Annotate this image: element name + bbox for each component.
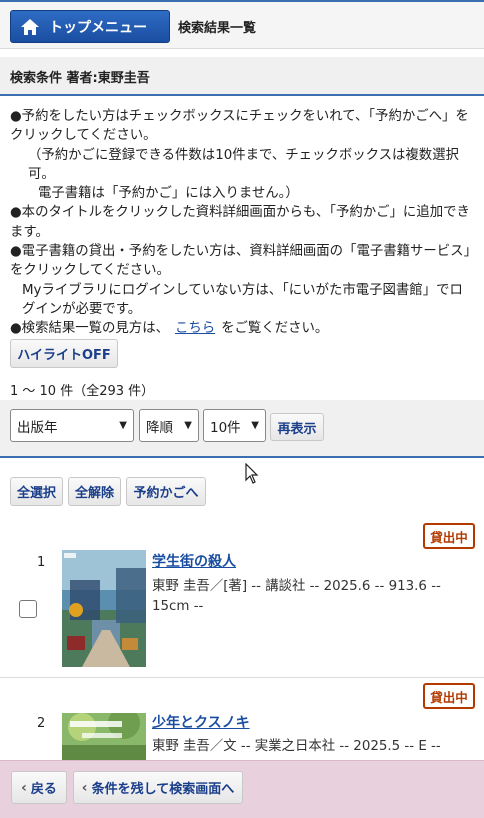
chevron-down-icon: ▼ — [251, 420, 259, 431]
result-number: 2 — [37, 716, 46, 731]
result-count: 1 ～ 10 件（全293 件） — [10, 384, 155, 399]
reserve-basket-button[interactable]: 予約かごへ — [126, 477, 206, 506]
top-menu-label: トップメニュー — [49, 19, 147, 36]
note-text: をご覧ください。 — [221, 321, 329, 337]
sort-field-select[interactable]: 出版年 ▼ — [10, 409, 134, 442]
note-line: ●検索結果一覧の見方は、 こちら をご覧ください。 — [10, 319, 476, 338]
mouse-cursor-icon — [245, 462, 259, 485]
keep-conditions-search-button[interactable]: ‹ 条件を残して検索画面へ — [73, 771, 243, 804]
chevron-left-icon: ‹ — [21, 779, 27, 796]
note-line: Myライブラリにログインしていない方は、「にいがた市電子図書館」でログインが必要… — [22, 282, 463, 317]
note-line: ●予約をしたい方はチェックボックスにチェックをいれて、「予約かごへ」をクリックし… — [10, 109, 469, 144]
chevron-left-icon: ‹ — [81, 779, 88, 796]
search-conditions-text: 検索条件 著者:東野圭吾 — [10, 71, 150, 86]
top-bar: トップメニュー 検索結果一覧 — [0, 0, 484, 49]
search-conditions-bar: 検索条件 著者:東野圭吾 — [0, 57, 484, 96]
status-badge: 貸出中 — [423, 523, 475, 549]
note-line: ●電子書籍の貸出・予約をしたい方は、資料詳細画面の「電子書籍サービス」をクリック… — [10, 244, 471, 279]
sort-bar: 出版年 ▼ 降順 ▼ 10件 ▼ 再表示 — [0, 400, 484, 458]
book-cover-image[interactable] — [62, 550, 146, 667]
note-text: ●検索結果一覧の見方は、 — [10, 321, 169, 337]
keep-conditions-label: 条件を残して検索画面へ — [91, 782, 235, 797]
chevron-down-icon: ▼ — [184, 420, 192, 431]
back-button[interactable]: ‹ 戻る — [11, 771, 67, 804]
book-cover-image[interactable] — [62, 713, 146, 760]
footer-bar: ‹ 戻る ‹ 条件を残して検索画面へ — [0, 760, 484, 818]
result-biblio: 東野 圭吾／[著] -- 講談社 -- 2025.6 -- 913.6 -- 1… — [152, 579, 441, 614]
result-title-link[interactable]: 少年とクスノキ — [152, 712, 250, 732]
chevron-down-icon: ▼ — [119, 420, 127, 431]
sort-field-value: 出版年 — [17, 419, 58, 436]
sort-order-value: 降順 — [146, 419, 173, 436]
deselect-all-button[interactable]: 全解除 — [68, 477, 121, 506]
page-title: 検索結果一覧 — [178, 21, 257, 36]
note-line: 電子書籍は「予約かご」には入りません。） — [38, 186, 299, 202]
result-number: 1 — [37, 555, 46, 570]
result-divider — [0, 677, 484, 678]
home-icon — [19, 17, 41, 37]
top-menu-button[interactable]: トップメニュー — [10, 10, 170, 43]
result-checkbox[interactable] — [19, 600, 37, 618]
sort-order-select[interactable]: 降順 ▼ — [139, 409, 199, 442]
result-title-link[interactable]: 学生街の殺人 — [152, 551, 236, 571]
note-line: ●本のタイトルをクリックした資料詳細画面からも、「予約かご」に追加できます。 — [10, 205, 470, 240]
select-all-button[interactable]: 全選択 — [10, 477, 63, 506]
status-badge: 貸出中 — [423, 683, 475, 709]
redisplay-button[interactable]: 再表示 — [270, 413, 324, 441]
per-page-value: 10件 — [210, 419, 241, 436]
instructions: ●予約をしたい方はチェックボックスにチェックをいれて、「予約かごへ」をクリックし… — [10, 107, 476, 339]
result-biblio: 東野 圭吾／文 -- 実業之日本社 -- 2025.5 -- E -- — [152, 739, 441, 754]
note-line: （予約かごに登録できる件数は10件まで、チェックボックスは複数選択可。 — [28, 147, 459, 182]
back-label: 戻る — [30, 782, 57, 797]
help-link[interactable]: こちら — [175, 321, 215, 336]
per-page-select[interactable]: 10件 ▼ — [203, 409, 266, 442]
highlight-toggle-button[interactable]: ハイライトOFF — [10, 339, 118, 368]
